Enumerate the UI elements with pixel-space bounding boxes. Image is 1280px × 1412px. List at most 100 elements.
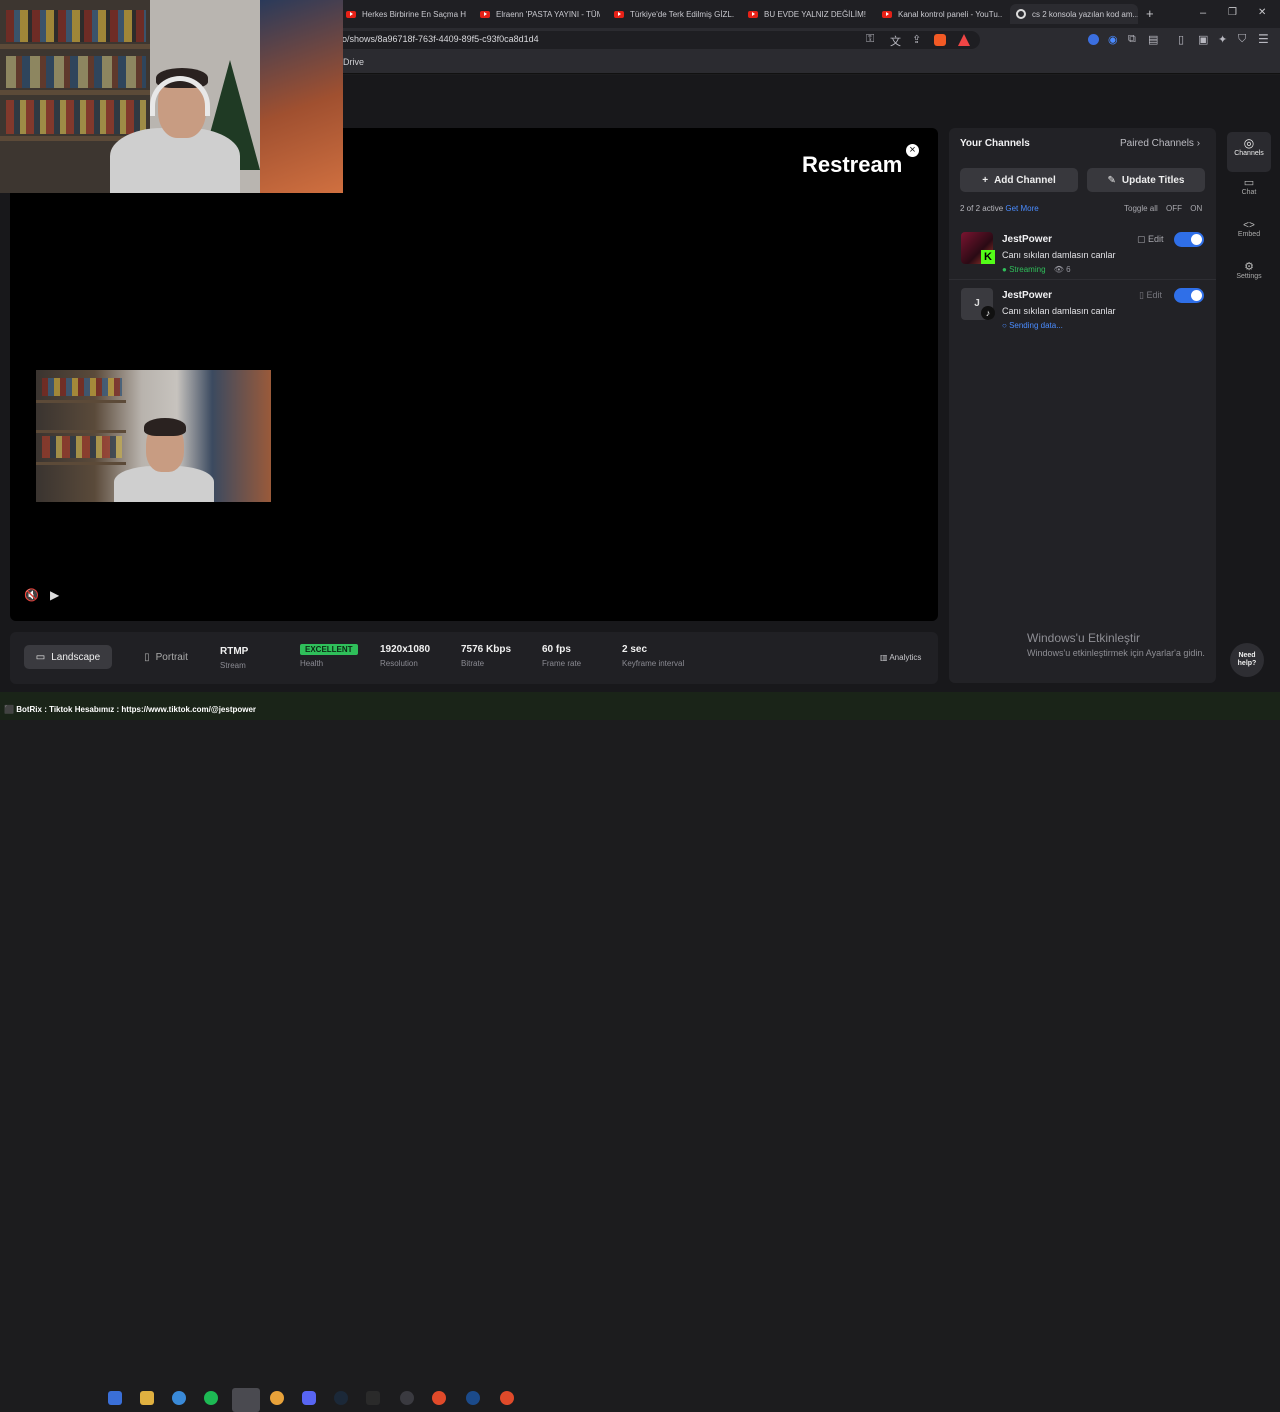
landscape-button[interactable]: ▭ Landscape — [24, 645, 112, 669]
mute-button[interactable]: 🔇 — [24, 588, 39, 602]
channel-status: ● Streaming 👁 6 — [1002, 265, 1071, 274]
rail-embed[interactable]: <> Embed — [1227, 220, 1271, 254]
activation-title: Windows'u Etkinleştir — [1027, 631, 1140, 645]
address-field[interactable]: o/shows/8a96718f-763f-4409-89f5-c93f0ca8… — [330, 31, 980, 49]
rail-channels[interactable]: ◎ Channels — [1227, 132, 1271, 172]
youtube-icon — [346, 10, 356, 18]
help-line2: help? — [1237, 660, 1257, 667]
get-more-link[interactable]: Get More — [1005, 204, 1038, 213]
file-explorer-icon[interactable] — [140, 1391, 154, 1405]
brave-shield-icon[interactable] — [934, 34, 946, 46]
youtube-icon — [614, 10, 624, 18]
channel-status: ○ Sending data... — [1002, 321, 1063, 330]
webcam-overlay — [36, 370, 271, 502]
taskbar: ⬛ BotRix : Tiktok Hesabımız : https://ww… — [0, 692, 1280, 1412]
extension-icon[interactable] — [1088, 34, 1099, 45]
bookmark-drive[interactable]: Drive — [343, 57, 364, 67]
tiktok-icon: ♪ — [981, 306, 995, 320]
need-help-button[interactable]: Need help? — [1230, 643, 1264, 677]
channel-name: JestPower — [1002, 290, 1053, 301]
audio-extension-icon[interactable]: ◉ — [1108, 33, 1118, 46]
browser-alt-icon[interactable] — [500, 1391, 514, 1405]
plus-icon: + — [982, 174, 989, 186]
toggle-all: Toggle all OFF ON — [1124, 204, 1202, 213]
channel-status-text: Streaming — [1009, 265, 1046, 274]
channel-toggle[interactable] — [1174, 288, 1204, 303]
channel-title: Canı sıkılan damlasın canlar — [1002, 250, 1116, 260]
browser-tab[interactable]: Kanal kontrol paneli - YouTu... — [882, 4, 1002, 24]
toggle-all-label: Toggle all — [1124, 204, 1158, 213]
update-titles-button[interactable]: ✎ Update Titles — [1087, 168, 1205, 192]
chevron-right-icon: › — [1196, 138, 1201, 149]
steam-alt-icon[interactable] — [466, 1391, 480, 1405]
toggle-all-off[interactable]: OFF — [1166, 204, 1182, 213]
edge-icon[interactable] — [172, 1391, 186, 1405]
rail-settings-label: Settings — [1236, 273, 1262, 280]
vpn-shield-icon[interactable]: ⛉ — [1238, 33, 1246, 46]
rail-channels-label: Channels — [1234, 150, 1264, 157]
stat-bitrate-label: Bitrate — [461, 659, 485, 668]
analytics-label: Analytics — [889, 653, 922, 662]
portrait-button[interactable]: ▯ Portrait — [122, 645, 210, 669]
taskbar-app-icon[interactable] — [108, 1391, 122, 1405]
paired-channels-link[interactable]: Paired Channels › — [1120, 138, 1200, 149]
tab-label: cs 2 konsola yazılan kod am... — [1032, 9, 1138, 19]
sidebar-toggle-icon[interactable]: ▯ — [1178, 33, 1184, 46]
rail-chat[interactable]: ▭ Chat — [1227, 176, 1271, 210]
wallet-icon[interactable]: ▣ — [1198, 33, 1208, 46]
update-titles-label: Update Titles — [1121, 174, 1185, 186]
stat-stream-value: RTMP — [220, 646, 249, 657]
browser-tab-active[interactable]: cs 2 konsola yazılan kod am... — [1010, 4, 1138, 24]
translate-icon[interactable]: 文 — [890, 33, 901, 49]
browser-tab[interactable]: Elraenn 'PASTA YAYINI - TÜM... — [480, 4, 600, 24]
stat-keyframe-label: Keyframe interval — [622, 659, 685, 668]
browser-tab[interactable]: Herkes Birbirine En Saçma H... — [346, 4, 466, 24]
restore-button[interactable]: ❐ — [1228, 7, 1237, 18]
youtube-icon — [882, 10, 892, 18]
channel-edit[interactable]: ▯ Edit — [1139, 290, 1162, 301]
stat-keyframe-value: 2 sec — [622, 644, 648, 655]
steam-icon[interactable] — [334, 1391, 348, 1405]
active-count: 2 of 2 active Get More — [960, 204, 1039, 213]
close-window-button[interactable]: ✕ — [1258, 7, 1266, 18]
kick-icon: K — [981, 250, 995, 264]
epic-games-icon[interactable] — [366, 1391, 380, 1405]
chat-icon: ▭ — [1243, 177, 1255, 189]
add-channel-button[interactable]: + Add Channel — [960, 168, 1078, 192]
password-key-icon[interactable]: ⚿ — [866, 33, 874, 46]
obs-icon[interactable] — [400, 1391, 414, 1405]
chrome-icon[interactable] — [270, 1391, 284, 1405]
channel-row: K JestPower Canı sıkılan damlasın canlar… — [949, 224, 1216, 280]
channel-status-text: Sending data... — [1009, 321, 1063, 330]
discord-icon[interactable] — [302, 1391, 316, 1405]
close-overlay-button[interactable]: × — [906, 144, 919, 157]
youtube-icon — [480, 10, 490, 18]
browser-tab[interactable]: Türkiye'de Terk Edilmiş GİZL... — [614, 4, 734, 24]
reading-list-icon[interactable]: ▤ — [1148, 33, 1158, 46]
minimize-button[interactable]: – — [1200, 7, 1206, 19]
new-tab-button[interactable]: + — [1146, 6, 1154, 21]
menu-icon[interactable]: ☰ — [1258, 32, 1269, 46]
browser-icon[interactable] — [432, 1391, 446, 1405]
portrait-label: Portrait — [155, 651, 188, 663]
brave-rewards-icon[interactable] — [958, 34, 970, 46]
browser-tab[interactable]: BU EVDE YALNIZ DEĞİLİM! |... — [748, 4, 868, 24]
spotify-icon[interactable] — [204, 1391, 218, 1405]
leo-ai-icon[interactable]: ✦ — [1218, 33, 1227, 46]
channel-edit[interactable]: ▢ Edit — [1137, 234, 1164, 245]
stat-health-label: Health — [300, 659, 324, 668]
rail-chat-label: Chat — [1241, 189, 1257, 196]
channel-toggle[interactable] — [1174, 232, 1204, 247]
landscape-label: Landscape — [51, 651, 101, 663]
brave-active-icon[interactable] — [232, 1388, 260, 1412]
play-button[interactable]: ▶ — [50, 588, 59, 602]
rail-settings[interactable]: ⚙ Settings — [1227, 260, 1271, 294]
share-icon[interactable]: ⇪ — [912, 33, 921, 46]
analytics-link[interactable]: ▥ Analytics — [880, 653, 921, 662]
puzzle-extensions-icon[interactable]: ⧉ — [1128, 33, 1136, 46]
help-line1: Need — [1238, 652, 1256, 659]
stat-bitrate-value: 7576 Kbps — [461, 644, 512, 655]
toggle-all-on[interactable]: ON — [1190, 204, 1202, 213]
channel-title: Canı sıkılan damlasın canlar — [1002, 306, 1116, 316]
video-player[interactable]: Restream × 🔇 ▶ — [10, 128, 938, 621]
